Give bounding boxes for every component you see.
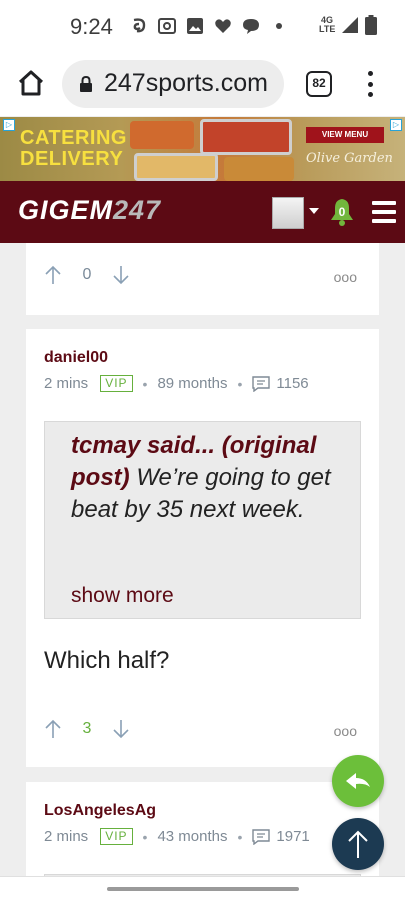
downvote-arrow-icon[interactable] [112,719,130,739]
dot-icon [276,23,282,29]
status-bar: 9:24 4G LTE [0,0,405,54]
signal-icon [342,17,358,33]
post-time: 2 mins [44,375,89,392]
more-options-icon[interactable]: ooo [334,723,357,739]
vip-badge: VIP [100,375,133,392]
post-body: Which half? [44,647,170,674]
heart-icon [215,19,231,33]
status-system-icons: 4G LTE [319,15,377,35]
ad-choices-icon[interactable]: ▷ [390,119,402,131]
downvote-arrow-icon[interactable] [112,265,130,285]
quote-content: tcmay said... (original post) We’re goin… [71,430,351,526]
show-more-link[interactable]: show more [71,584,174,608]
vote-count: 3 [82,720,92,737]
vote-count: 0 [82,266,92,283]
separator-dot: • [237,375,243,392]
ad-food-image [224,157,294,181]
status-notification-icons [130,17,288,35]
ad-food-image [200,119,292,155]
ad-food-image [134,153,218,181]
more-options-icon[interactable]: ooo [334,269,357,285]
reply-button[interactable] [332,755,384,807]
membership-duration: 43 months [157,828,228,845]
post-card: 0 ooo [26,243,379,315]
overflow-menu-icon[interactable] [360,68,380,100]
mail-notification-icon [133,18,146,33]
notification-bell-icon[interactable]: 0 [328,197,356,227]
separator-dot: • [237,828,243,845]
address-bar[interactable]: 247sports.com [62,60,284,108]
membership-duration: 89 months [157,375,228,392]
post-count: 1156 [276,375,309,392]
arrow-up-icon [348,830,368,858]
status-time: 9:24 [70,14,113,39]
ad-food-image [130,121,194,149]
post-count: 1971 [276,828,310,845]
quoted-post: tcmay said... (original post) We’re goin… [44,421,361,619]
upvote-arrow-icon[interactable] [44,719,62,739]
vip-badge: VIP [100,828,133,845]
reply-arrow-icon [346,773,370,789]
logo-text-primary: GIGEM [18,195,114,225]
vote-row: 3 [44,719,130,739]
ad-view-menu-button[interactable]: VIEW MENU [306,127,384,143]
ad-choices-icon[interactable]: ▷ [3,119,15,131]
ad-banner[interactable]: ▷ CATERING DELIVERY VIEW MENU Olive Gard… [0,117,405,181]
ad-headline-line2: DELIVERY [20,148,124,170]
post-card: daniel00 2 mins VIP • 89 months • 1156 t… [26,329,379,767]
post-meta: 2 mins VIP • 89 months • 1156 [44,375,309,392]
vote-row: 0 [44,265,130,285]
gesture-handle[interactable] [107,887,299,891]
url-text: 247sports.com [104,69,268,97]
post-meta: 2 mins VIP • 43 months • 1971 [44,828,310,845]
scroll-to-top-button[interactable] [332,818,384,870]
tab-switcher-button[interactable]: 82 [306,71,332,97]
comment-icon [252,375,271,392]
hamburger-menu-icon[interactable] [372,201,396,223]
radio-icon [158,18,176,34]
browser-toolbar: 247sports.com 82 [0,54,405,116]
system-nav-bar [0,876,405,900]
network-label: 4G LTE [319,15,336,34]
comment-icon [252,828,271,845]
logo-text-secondary: 247 [113,195,162,225]
separator-dot: • [142,375,148,392]
image-icon [187,18,203,34]
home-icon[interactable] [16,68,46,98]
ad-headline-line1: CATERING [20,127,127,149]
post-time: 2 mins [44,828,89,845]
notification-count: 0 [339,205,346,219]
lock-icon [80,76,92,92]
chevron-down-icon[interactable] [309,208,319,214]
post-username[interactable]: daniel00 [44,349,108,367]
ad-brand-name: Olive Garden [306,151,393,166]
post-username[interactable]: LosAngelesAg [44,802,156,820]
user-avatar[interactable] [272,197,304,229]
chat-bubble-icon [243,19,259,34]
upvote-arrow-icon[interactable] [44,265,62,285]
site-logo[interactable]: GIGEM247 [18,195,161,226]
battery-icon [365,15,377,35]
separator-dot: • [142,828,148,845]
